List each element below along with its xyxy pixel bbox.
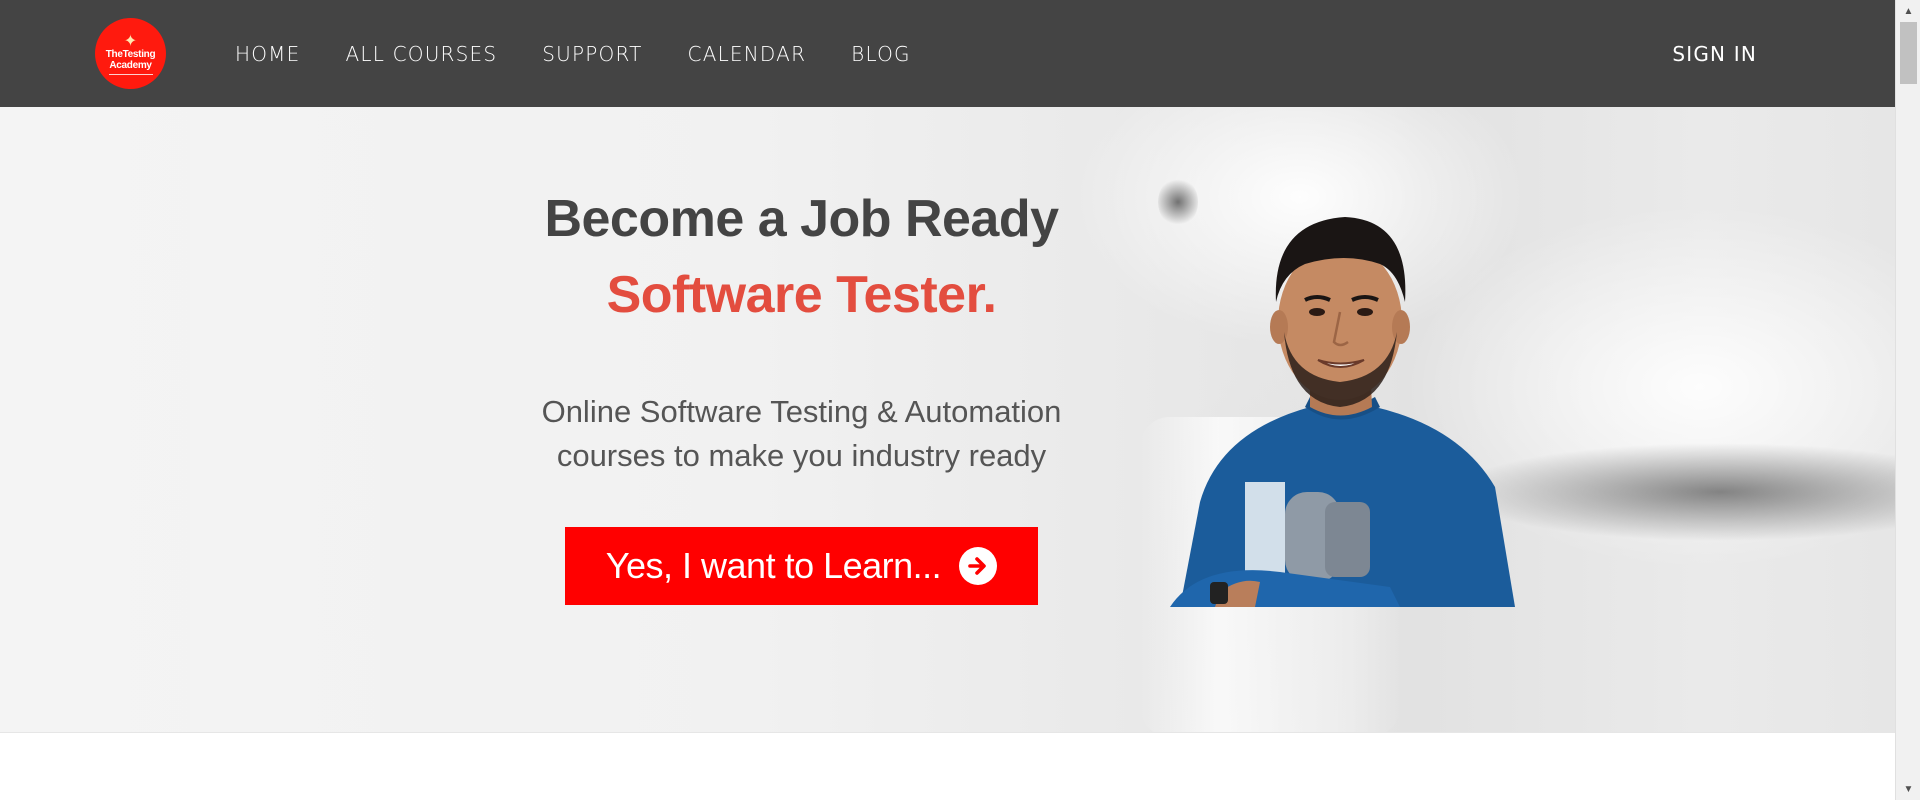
star-icon: ✦ xyxy=(123,32,138,50)
content-below-hero xyxy=(0,732,1895,800)
arrow-right-circle-icon xyxy=(959,547,998,585)
scroll-down-arrow-icon[interactable]: ▼ xyxy=(1896,780,1920,798)
logo-underline xyxy=(108,73,153,75)
logo-text-line1: TheTesting xyxy=(105,48,156,60)
sign-in-link[interactable]: SIGN IN xyxy=(1672,0,1757,107)
nav-all-courses[interactable]: ALL COURSES xyxy=(345,42,497,66)
hero-section: Become a Job Ready Software Tester. Onli… xyxy=(0,107,1895,732)
logo-text-line2: Academy xyxy=(109,59,152,71)
top-navbar: ✦ TheTesting Academy HOME ALL COURSES SU… xyxy=(0,0,1895,107)
main-nav: HOME ALL COURSES SUPPORT CALENDAR BLOG xyxy=(235,0,956,107)
cta-label: Yes, I want to Learn... xyxy=(605,545,942,586)
nav-blog[interactable]: BLOG xyxy=(851,42,911,66)
hero-subtext-line2: courses to make you industry ready xyxy=(556,438,1047,473)
nav-calendar[interactable]: CALENDAR xyxy=(688,42,807,66)
scroll-thumb[interactable] xyxy=(1900,22,1917,84)
scroll-up-arrow-icon[interactable]: ▲ xyxy=(1896,2,1920,20)
nav-support[interactable]: SUPPORT xyxy=(542,42,642,66)
page-scrollbar[interactable]: ▲ ▼ xyxy=(1895,0,1920,800)
learn-cta-button[interactable]: Yes, I want to Learn... xyxy=(565,527,1038,605)
hero-subtext-line1: Online Software Testing & Automation xyxy=(541,394,1062,429)
nav-home[interactable]: HOME xyxy=(235,42,300,66)
instructor-photo xyxy=(1170,217,1515,607)
site-logo[interactable]: ✦ TheTesting Academy xyxy=(95,18,166,89)
